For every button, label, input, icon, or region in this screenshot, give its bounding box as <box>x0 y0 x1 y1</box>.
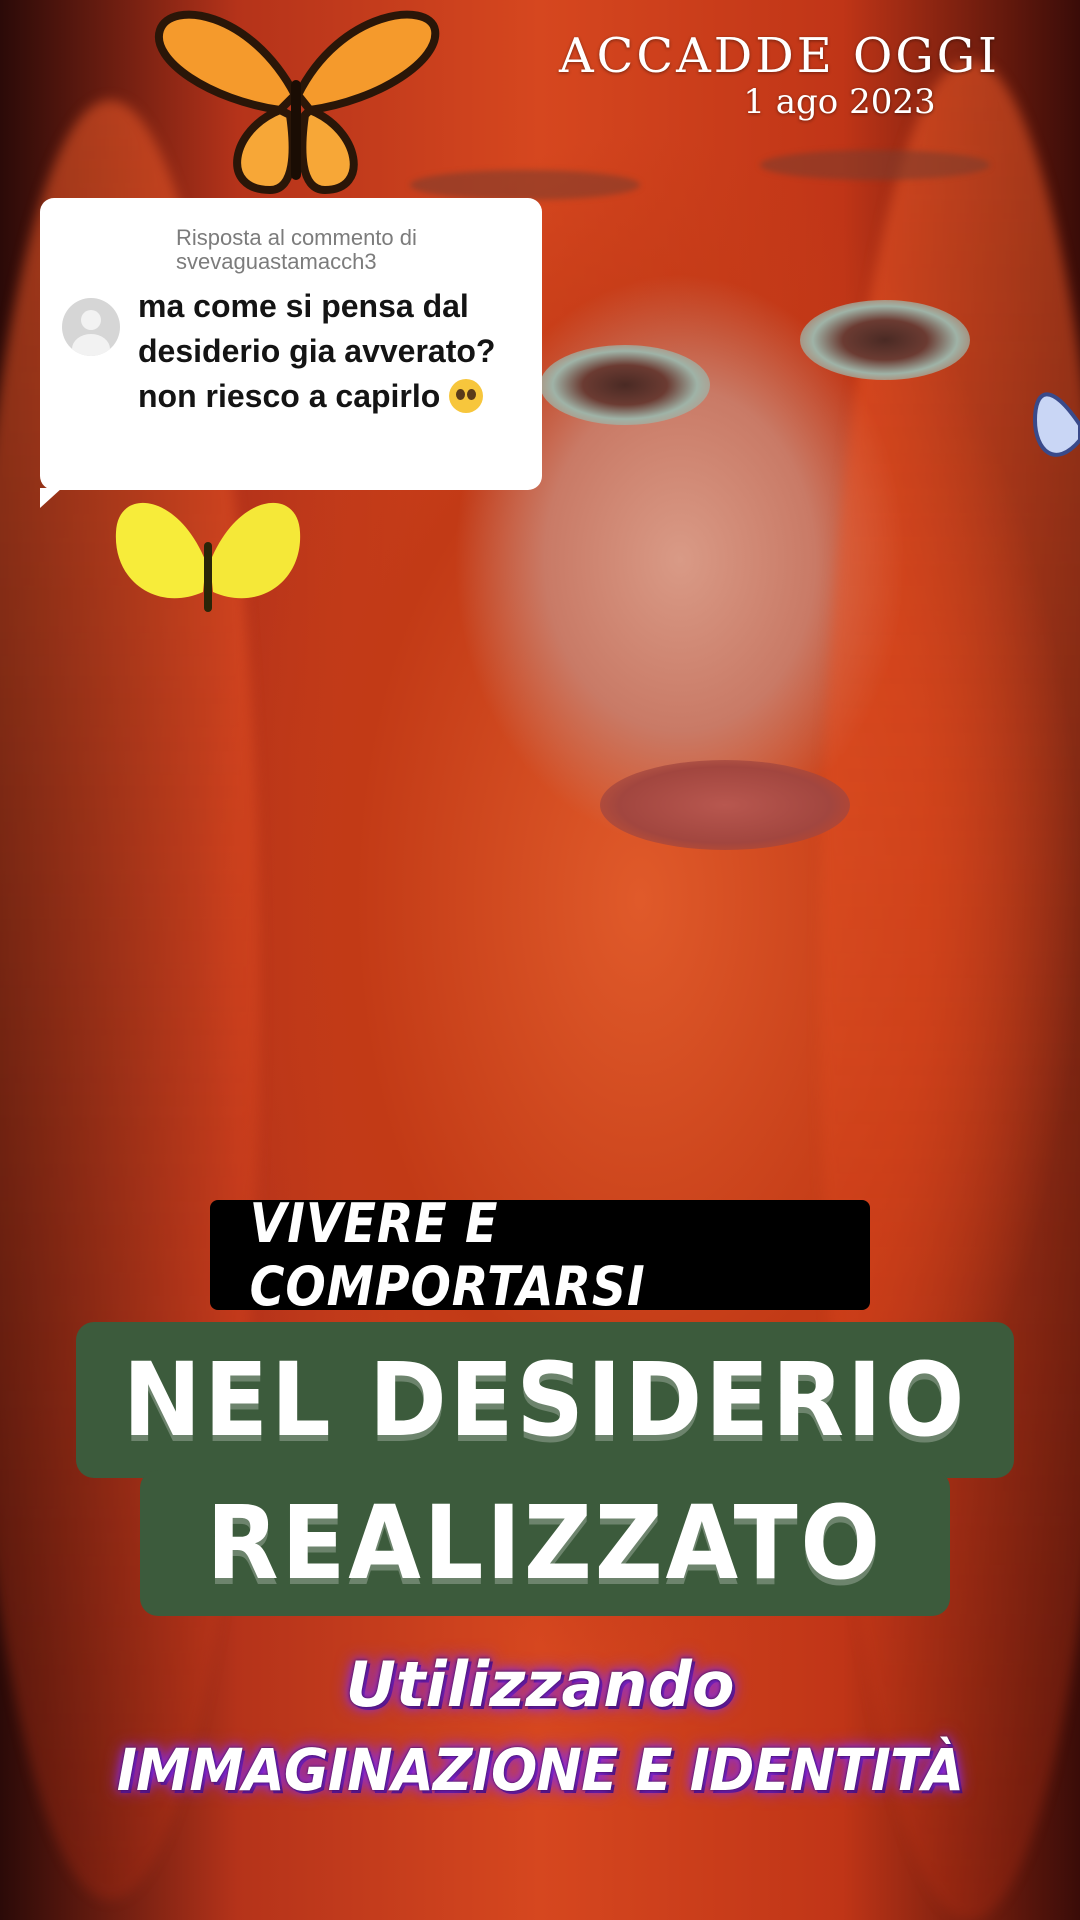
subtitle-line-1: Utilizzando <box>345 1648 735 1721</box>
banner-line-1-text: NEL DESIDERIO <box>122 1340 968 1460</box>
banner-line-2: REALIZZATO <box>140 1470 950 1616</box>
eye-right <box>800 300 970 380</box>
brow-left <box>410 170 640 200</box>
banner-line-1: NEL DESIDERIO <box>76 1322 1014 1478</box>
reply-comment-text: ma come si pensa dal desiderio gia avver… <box>138 288 496 414</box>
orange-butterfly-icon <box>154 10 440 195</box>
watermark-date: 1 ago 2023 <box>743 82 936 122</box>
watermark-title: ACCADDE OGGI <box>558 28 1000 84</box>
lips <box>600 760 850 850</box>
comment-reply-card[interactable]: Risposta al commento di svevaguastamacch… <box>40 198 542 508</box>
blue-butterfly-icon <box>1032 392 1080 457</box>
caption-top: VIVERE E COMPORTARSI <box>210 1192 870 1318</box>
reply-username[interactable]: svevaguastamacch3 <box>176 250 520 274</box>
reply-comment: ma come si pensa dal desiderio gia avver… <box>138 284 520 419</box>
avatar[interactable] <box>62 298 120 356</box>
reply-row: ma come si pensa dal desiderio gia avver… <box>62 284 520 419</box>
accadde-oggi-watermark: ACCADDE OGGI 1 ago 2023 <box>559 28 1000 120</box>
banner-line-2-text: REALIZZATO <box>206 1483 884 1603</box>
subtitle-line-2: IMMAGINAZIONE E IDENTITÀ <box>116 1736 965 1804</box>
eye-left <box>540 345 710 425</box>
reply-header-label: Risposta al commento di <box>176 225 417 250</box>
yellow-butterfly-icon <box>115 502 301 612</box>
pleading-face-icon <box>449 379 484 413</box>
reply-header: Risposta al commento di svevaguastamacch… <box>176 226 520 274</box>
caption-top-text: VIVERE E COMPORTARSI <box>249 1192 646 1318</box>
brow-right <box>760 150 990 180</box>
